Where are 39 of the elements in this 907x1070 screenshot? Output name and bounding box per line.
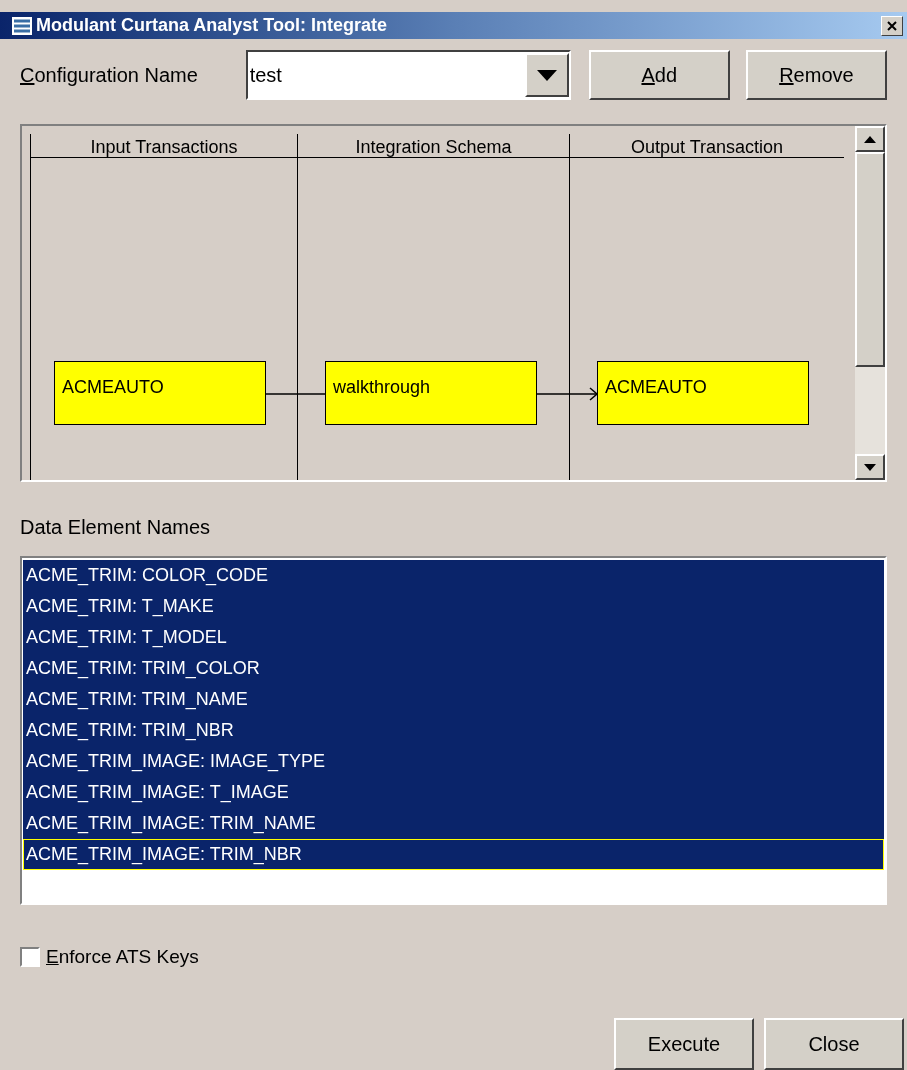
list-item[interactable]: ACME_TRIM: COLOR_CODE bbox=[23, 560, 884, 592]
list-item[interactable]: ACME_TRIM: TRIM_NBR bbox=[23, 715, 884, 747]
scroll-up-button[interactable] bbox=[855, 126, 885, 153]
lane-header: Input Transactions bbox=[31, 134, 297, 159]
list-item[interactable]: ACME_TRIM: TRIM_NAME bbox=[23, 684, 884, 716]
footer-button[interactable]: Execute bbox=[614, 1018, 754, 1070]
configuration-label: Configuration Name bbox=[20, 63, 199, 89]
lane-header: Output Transaction bbox=[570, 134, 844, 159]
app-icon bbox=[12, 16, 32, 35]
dropdown-value: test bbox=[248, 63, 283, 89]
footer-button[interactable]: Close bbox=[764, 1018, 904, 1070]
data-element-list[interactable] bbox=[20, 556, 887, 905]
scroll-down-button[interactable] bbox=[855, 454, 885, 481]
close-icon bbox=[887, 20, 897, 31]
node-box[interactable]: ACMEAUTO bbox=[54, 361, 266, 426]
node-box[interactable]: ACMEAUTO bbox=[597, 361, 809, 426]
list-item[interactable]: ACME_TRIM: TRIM_COLOR bbox=[23, 653, 884, 685]
window-title: Modulant Curtana Analyst Tool: Integrate bbox=[36, 14, 387, 38]
vertical-scrollbar[interactable] bbox=[855, 126, 885, 481]
config-button[interactable]: Remove bbox=[745, 50, 887, 101]
checkbox[interactable] bbox=[20, 946, 40, 967]
list-item[interactable]: ACME_TRIM_IMAGE: IMAGE_TYPE bbox=[23, 746, 884, 778]
checkbox-label: Enforce ATS Keys bbox=[46, 944, 199, 969]
caret-icon bbox=[536, 69, 557, 81]
list-item[interactable]: ACME_TRIM: T_MAKE bbox=[23, 591, 884, 623]
scroll-thumb[interactable] bbox=[855, 152, 885, 368]
down-arrow-icon bbox=[864, 463, 876, 471]
node-box[interactable]: walkthrough bbox=[325, 361, 537, 426]
list-item[interactable]: ACME_TRIM_IMAGE: TRIM_NAME bbox=[23, 808, 884, 840]
dropdown-arrow-button[interactable] bbox=[524, 53, 569, 98]
lane-header: Integration Schema bbox=[298, 134, 569, 159]
close-button[interactable] bbox=[881, 15, 903, 36]
data-elements-label: Data Element Names bbox=[20, 515, 212, 541]
list-item[interactable]: ACME_TRIM_IMAGE: TRIM_NBR bbox=[23, 839, 884, 871]
list-item[interactable]: ACME_TRIM: T_MODEL bbox=[23, 622, 884, 654]
up-arrow-icon bbox=[864, 135, 876, 143]
list-item[interactable]: ACME_TRIM_IMAGE: T_IMAGE bbox=[23, 777, 884, 809]
configuration-dropdown[interactable]: test bbox=[245, 50, 571, 101]
config-button[interactable]: Add bbox=[588, 50, 730, 101]
